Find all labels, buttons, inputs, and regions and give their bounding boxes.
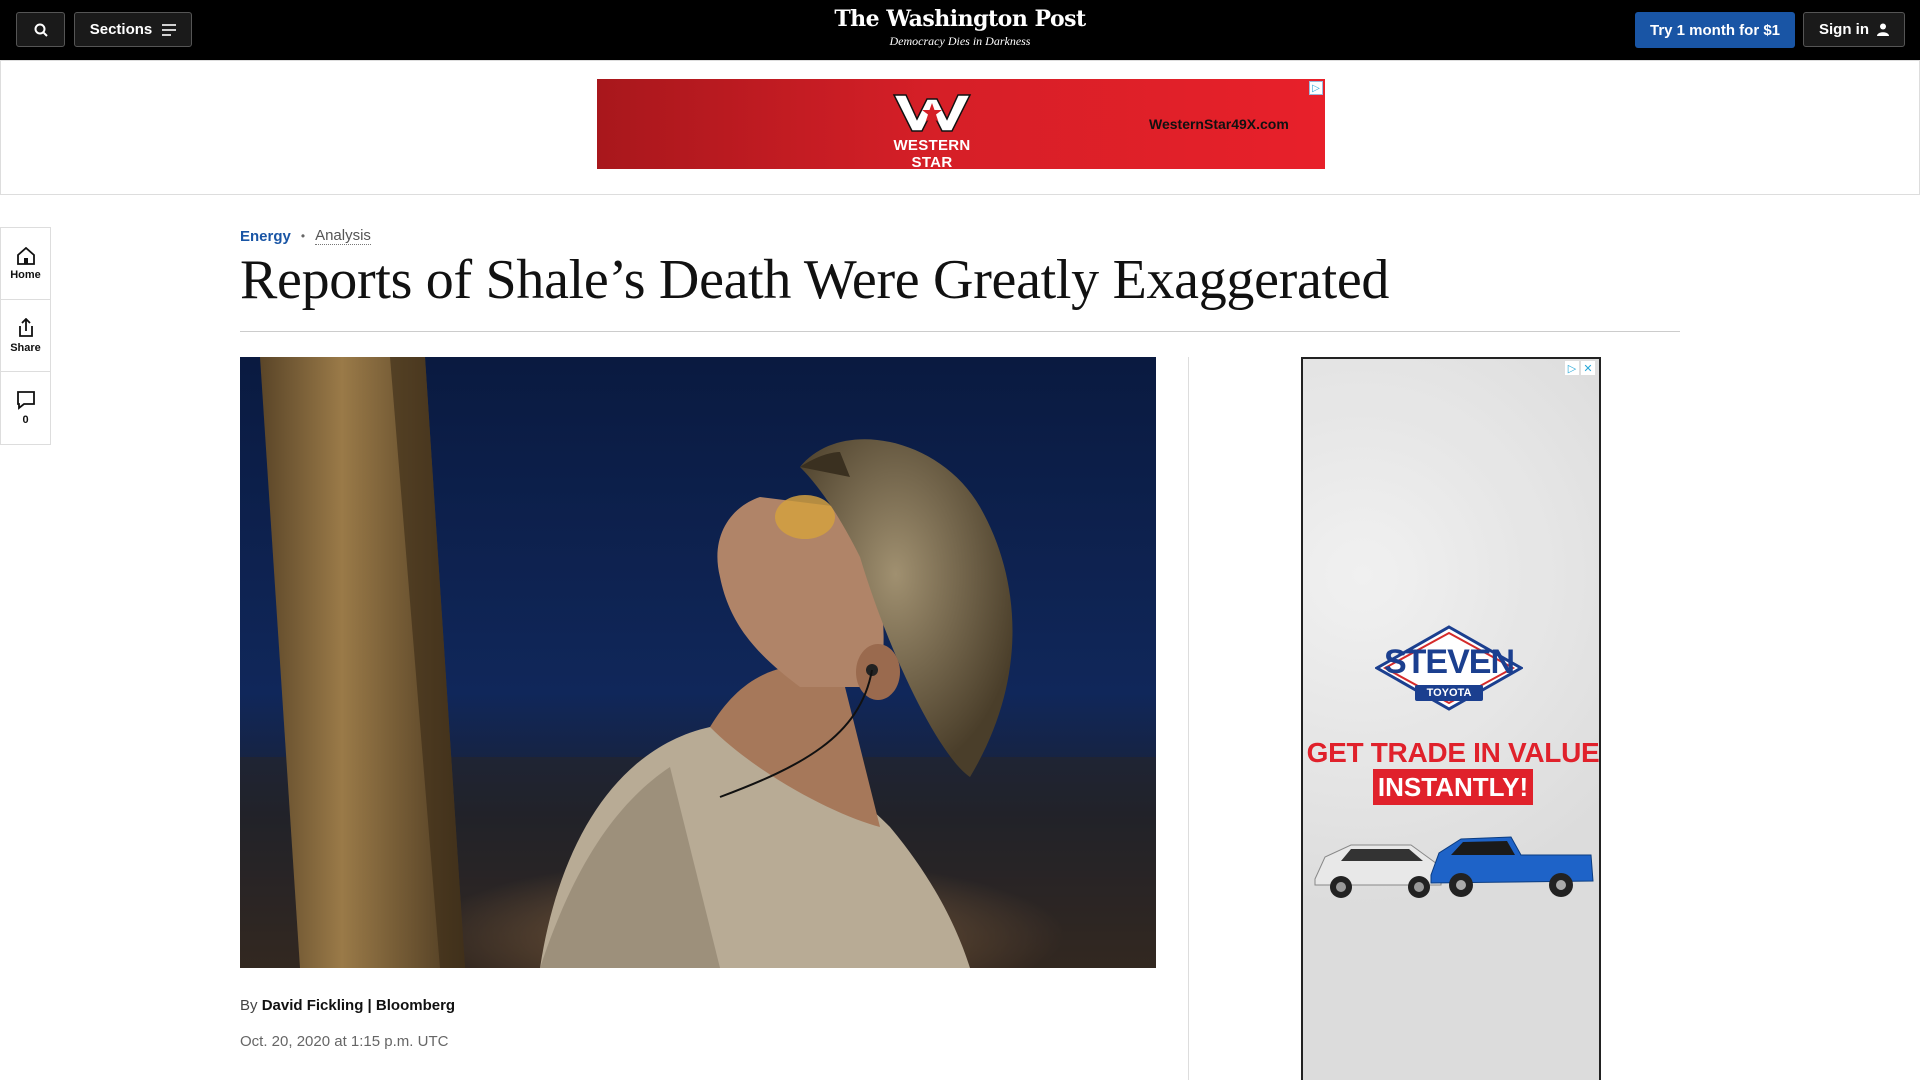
rail-share-button[interactable]: Share <box>1 300 50 372</box>
ad-background <box>1303 359 1599 1080</box>
western-star-url[interactable]: WesternStar49X.com <box>1149 116 1289 132</box>
user-icon <box>1877 23 1889 36</box>
steven-toyota-ad[interactable]: ▷ ✕ STEVEN TOYOTA GET TRADE IN VALUE INS… <box>1301 357 1601 1080</box>
ad-headline-line1: GET TRADE IN VALUE <box>1306 737 1600 768</box>
share-icon <box>18 317 33 337</box>
search-button[interactable] <box>16 12 65 47</box>
rail-home-label: Home <box>10 268 41 281</box>
article-headline: Reports of Shale’s Death Were Greatly Ex… <box>240 249 1390 311</box>
western-star-logo-icon <box>892 94 972 132</box>
vehicles-illustration <box>1314 836 1594 898</box>
hamburger-icon <box>162 23 177 36</box>
search-icon <box>34 23 48 37</box>
sign-in-button[interactable]: Sign in <box>1803 12 1905 47</box>
top-navigation-bar: Sections The Washington Post Democracy D… <box>0 0 1920 60</box>
kicker-separator: • <box>300 229 306 243</box>
lead-image[interactable] <box>240 357 1156 968</box>
home-icon <box>16 246 35 265</box>
subscribe-button[interactable]: Try 1 month for $1 <box>1635 12 1795 48</box>
sections-label: Sections <box>89 21 153 38</box>
logo-tagline: Democracy Dies in Darkness <box>889 34 1031 48</box>
content-column-divider <box>1188 357 1189 1080</box>
toyota-subbrand: TOYOTA <box>1415 685 1483 701</box>
western-star-brand: WESTERN STAR <box>893 137 971 169</box>
oil-worker-photo <box>240 357 1156 968</box>
comment-icon <box>16 391 35 410</box>
header-divider <box>240 331 1680 332</box>
ad-choices-icon[interactable]: ▷ <box>1309 81 1323 95</box>
analysis-label[interactable]: Analysis <box>315 227 371 245</box>
byline-prefix: By <box>240 997 258 1014</box>
article-tools-rail: Home Share 0 <box>0 227 51 445</box>
rail-share-label: Share <box>10 341 41 354</box>
ad-choices-icon[interactable]: ▷ <box>1565 361 1579 375</box>
article-kicker: Energy • Analysis <box>240 227 371 245</box>
site-logo[interactable]: The Washington Post Democracy Dies in Da… <box>760 6 1160 49</box>
top-ad-container: WESTERN STAR WesternStar49X.com ▷ <box>0 60 1920 195</box>
rail-comments-count: 0 <box>22 414 29 426</box>
ad-headline-line2: INSTANTLY! <box>1373 769 1533 805</box>
sections-menu-button[interactable]: Sections <box>74 12 192 47</box>
western-star-ad[interactable]: WESTERN STAR WesternStar49X.com ▷ <box>597 79 1325 169</box>
rail-comments-button[interactable]: 0 <box>1 372 50 444</box>
byline: By David Fickling | Bloomberg <box>240 997 455 1014</box>
author-link[interactable]: David Fickling | Bloomberg <box>262 997 455 1014</box>
publish-date: Oct. 20, 2020 at 1:15 p.m. UTC <box>240 1033 449 1050</box>
side-ad-controls: ▷ ✕ <box>1565 361 1595 375</box>
sign-in-label: Sign in <box>1819 21 1869 38</box>
steven-brand: STEVEN <box>1383 643 1515 681</box>
rail-home-button[interactable]: Home <box>1 228 50 300</box>
close-icon[interactable]: ✕ <box>1581 361 1595 375</box>
logo-title: The Washington Post <box>834 6 1086 32</box>
category-link[interactable]: Energy <box>240 228 291 245</box>
